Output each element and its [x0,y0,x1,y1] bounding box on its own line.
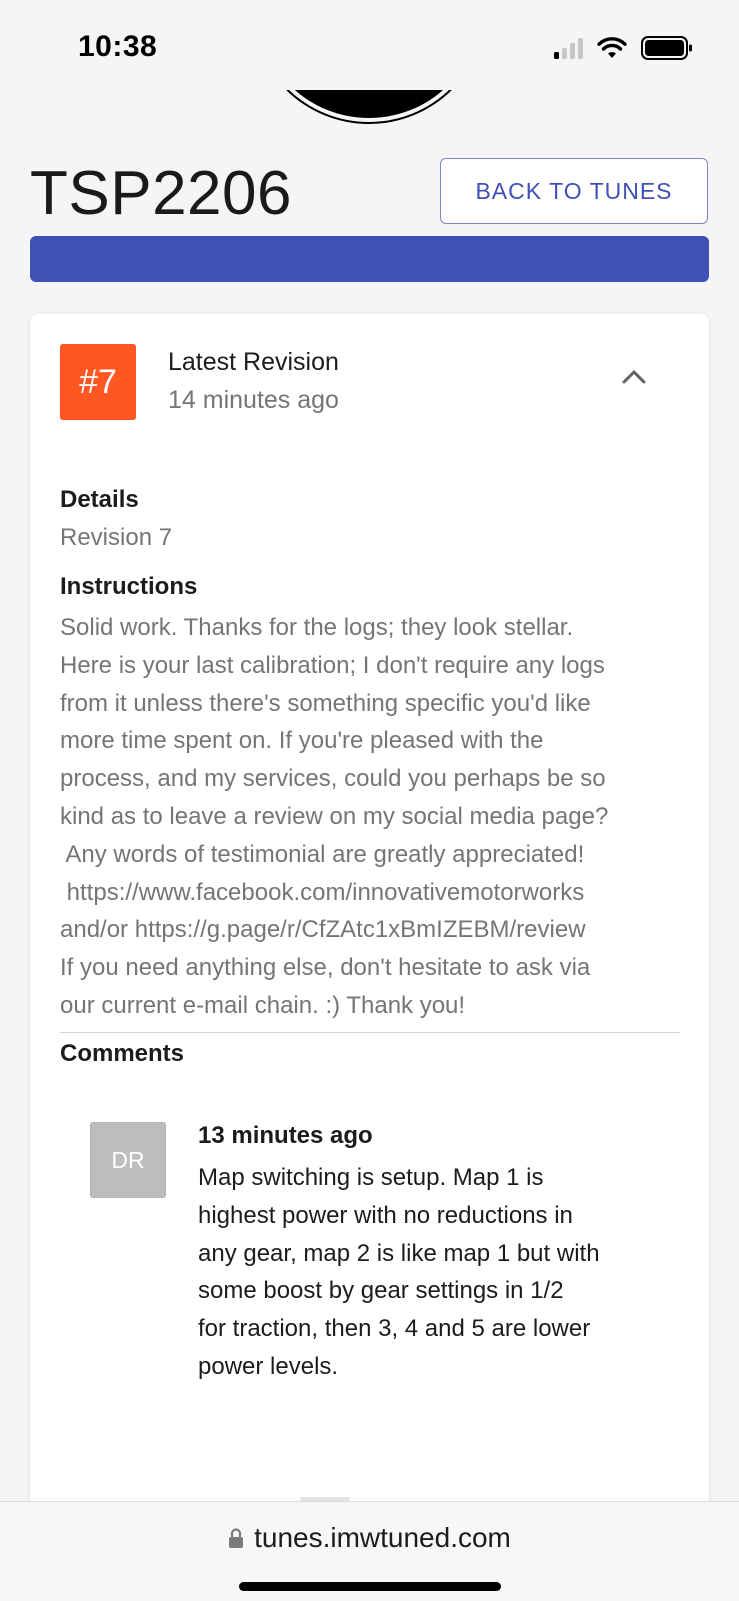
browser-address-bar: tunes.imwtuned.com [0,1501,739,1601]
details-label: Details [60,486,139,513]
status-time: 10:38 [78,30,158,63]
instructions-text: Solid work. Thanks for the logs; they lo… [60,609,680,1025]
section-divider [60,1032,680,1033]
instructions-link-line[interactable]: https://www.facebook.com/innovativemotor… [60,874,680,912]
instructions-line: Here is your last calibration; I don't r… [60,651,605,679]
revision-timestamp: 14 minutes ago [168,386,339,414]
instructions-link-line[interactable]: and/or https://g.page/r/CfZAtc1xBmIZEBM/… [60,911,680,949]
instructions-line: our current e-mail chain. :) Thank you! [60,991,466,1019]
status-bar: 10:38 [0,0,739,90]
instructions-line: If you need anything else, don't hesitat… [60,954,591,982]
comment-line: for traction, then 3, 4 and 5 are lower [198,1315,591,1343]
url-text: tunes.imwtuned.com [254,1522,511,1553]
comment-line: highest power with no reductions in [198,1201,573,1229]
instructions-line: from it unless there's something specifi… [60,689,591,717]
lock-icon [229,1528,244,1548]
details-value: Revision 7 [60,524,173,551]
cellular-signal-icon [554,37,583,59]
avatar: DR [90,1122,166,1198]
battery-icon [641,36,692,60]
instructions-line: more time spent on. If you're pleased wi… [60,727,544,755]
revision-title: Latest Revision [168,348,339,376]
collapse-toggle-button[interactable] [616,362,652,392]
comment-line: power levels. [198,1352,339,1380]
revision-number-badge: #7 [60,344,136,420]
instructions-label: Instructions [60,573,198,600]
page-title: TSP2206 [30,159,293,228]
status-icons [554,36,693,60]
comment-line: some boost by gear settings in 1/2 [198,1277,564,1305]
comment-timestamp: 13 minutes ago [198,1122,373,1149]
progress-bar [30,236,709,282]
instructions-line: process, and my services, could you perh… [60,765,606,793]
comment-line: any gear, map 2 is like map 1 but with [198,1239,600,1267]
url-field[interactable]: tunes.imwtuned.com [0,1522,739,1554]
comment-body: Map switching is setup. Map 1 is highest… [198,1159,658,1386]
instructions-line: Any words of testimonial are greatly app… [60,840,585,868]
back-to-tunes-button[interactable]: BACK TO TUNES [440,158,708,224]
instructions-line: kind as to leave a review on my social m… [60,802,609,830]
comments-label: Comments [60,1040,185,1067]
revision-card: #7 Latest Revision 14 minutes ago Detail… [30,314,709,1514]
chevron-up-icon [622,370,646,384]
wifi-icon [597,37,627,58]
tab-indicator [300,1497,350,1501]
home-indicator[interactable] [239,1582,501,1591]
comment-line: Map switching is setup. Map 1 is [198,1164,544,1191]
instructions-line: Solid work. Thanks for the logs; they lo… [60,614,574,641]
